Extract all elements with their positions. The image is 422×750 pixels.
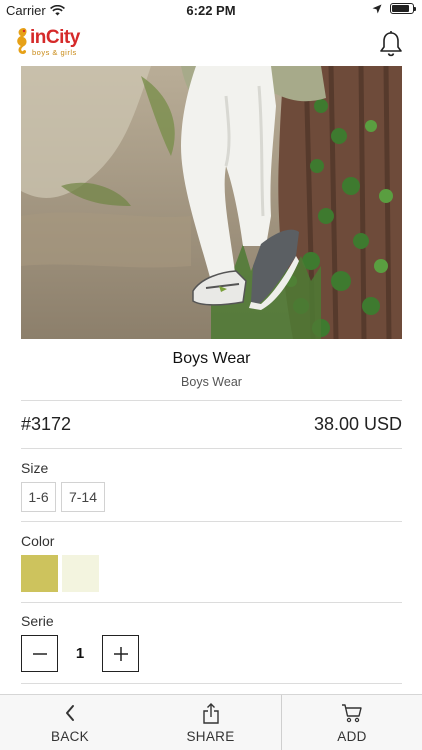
decrement-button[interactable] (21, 635, 58, 672)
share-label: SHARE (186, 729, 235, 744)
location-arrow-icon (372, 4, 382, 13)
status-time: 6:22 PM (186, 3, 236, 18)
product-price: 38.00 USD (313, 414, 402, 434)
product-code: #3172 (21, 414, 72, 434)
share-icon (202, 703, 219, 724)
serie-label: Serie (21, 613, 54, 629)
back-label: BACK (51, 729, 89, 744)
size-label: Size (21, 460, 49, 476)
chevron-left-icon (66, 705, 74, 721)
size-option-1-6[interactable]: 1-6 (21, 482, 56, 512)
app-header: inCity boys & girls (0, 22, 422, 66)
cart-icon (342, 704, 362, 723)
battery-icon (390, 3, 416, 14)
minus-icon (32, 652, 47, 655)
divider (21, 400, 402, 401)
divider (21, 683, 402, 684)
add-to-cart-button[interactable]: ADD (282, 695, 422, 750)
size-option-7-14[interactable]: 7-14 (61, 482, 105, 512)
bottom-action-bar: BACK SHARE ADD (0, 694, 422, 750)
divider (21, 602, 402, 603)
quantity-value: 1 (75, 645, 85, 662)
divider (21, 521, 402, 522)
add-label: ADD (337, 729, 367, 744)
back-button[interactable]: BACK (0, 695, 140, 750)
share-button[interactable]: SHARE (140, 695, 281, 750)
product-title: Boys Wear (172, 350, 251, 367)
logo-tagline: boys & girls (32, 48, 77, 57)
product-category: Boys Wear (181, 375, 242, 389)
plus-icon (113, 646, 128, 661)
color-label: Color (21, 533, 55, 549)
logo-text: inCity (30, 27, 80, 48)
color-swatch-cream[interactable] (62, 555, 99, 592)
product-photo (21, 66, 402, 339)
divider (21, 448, 402, 449)
status-bar: Carrier 6:22 PM (0, 0, 422, 22)
product-image[interactable] (21, 66, 402, 339)
color-swatch-olive[interactable] (21, 555, 58, 592)
notification-bell-icon[interactable] (378, 30, 404, 58)
brand-logo[interactable]: inCity boys & girls (14, 26, 94, 60)
increment-button[interactable] (102, 635, 139, 672)
